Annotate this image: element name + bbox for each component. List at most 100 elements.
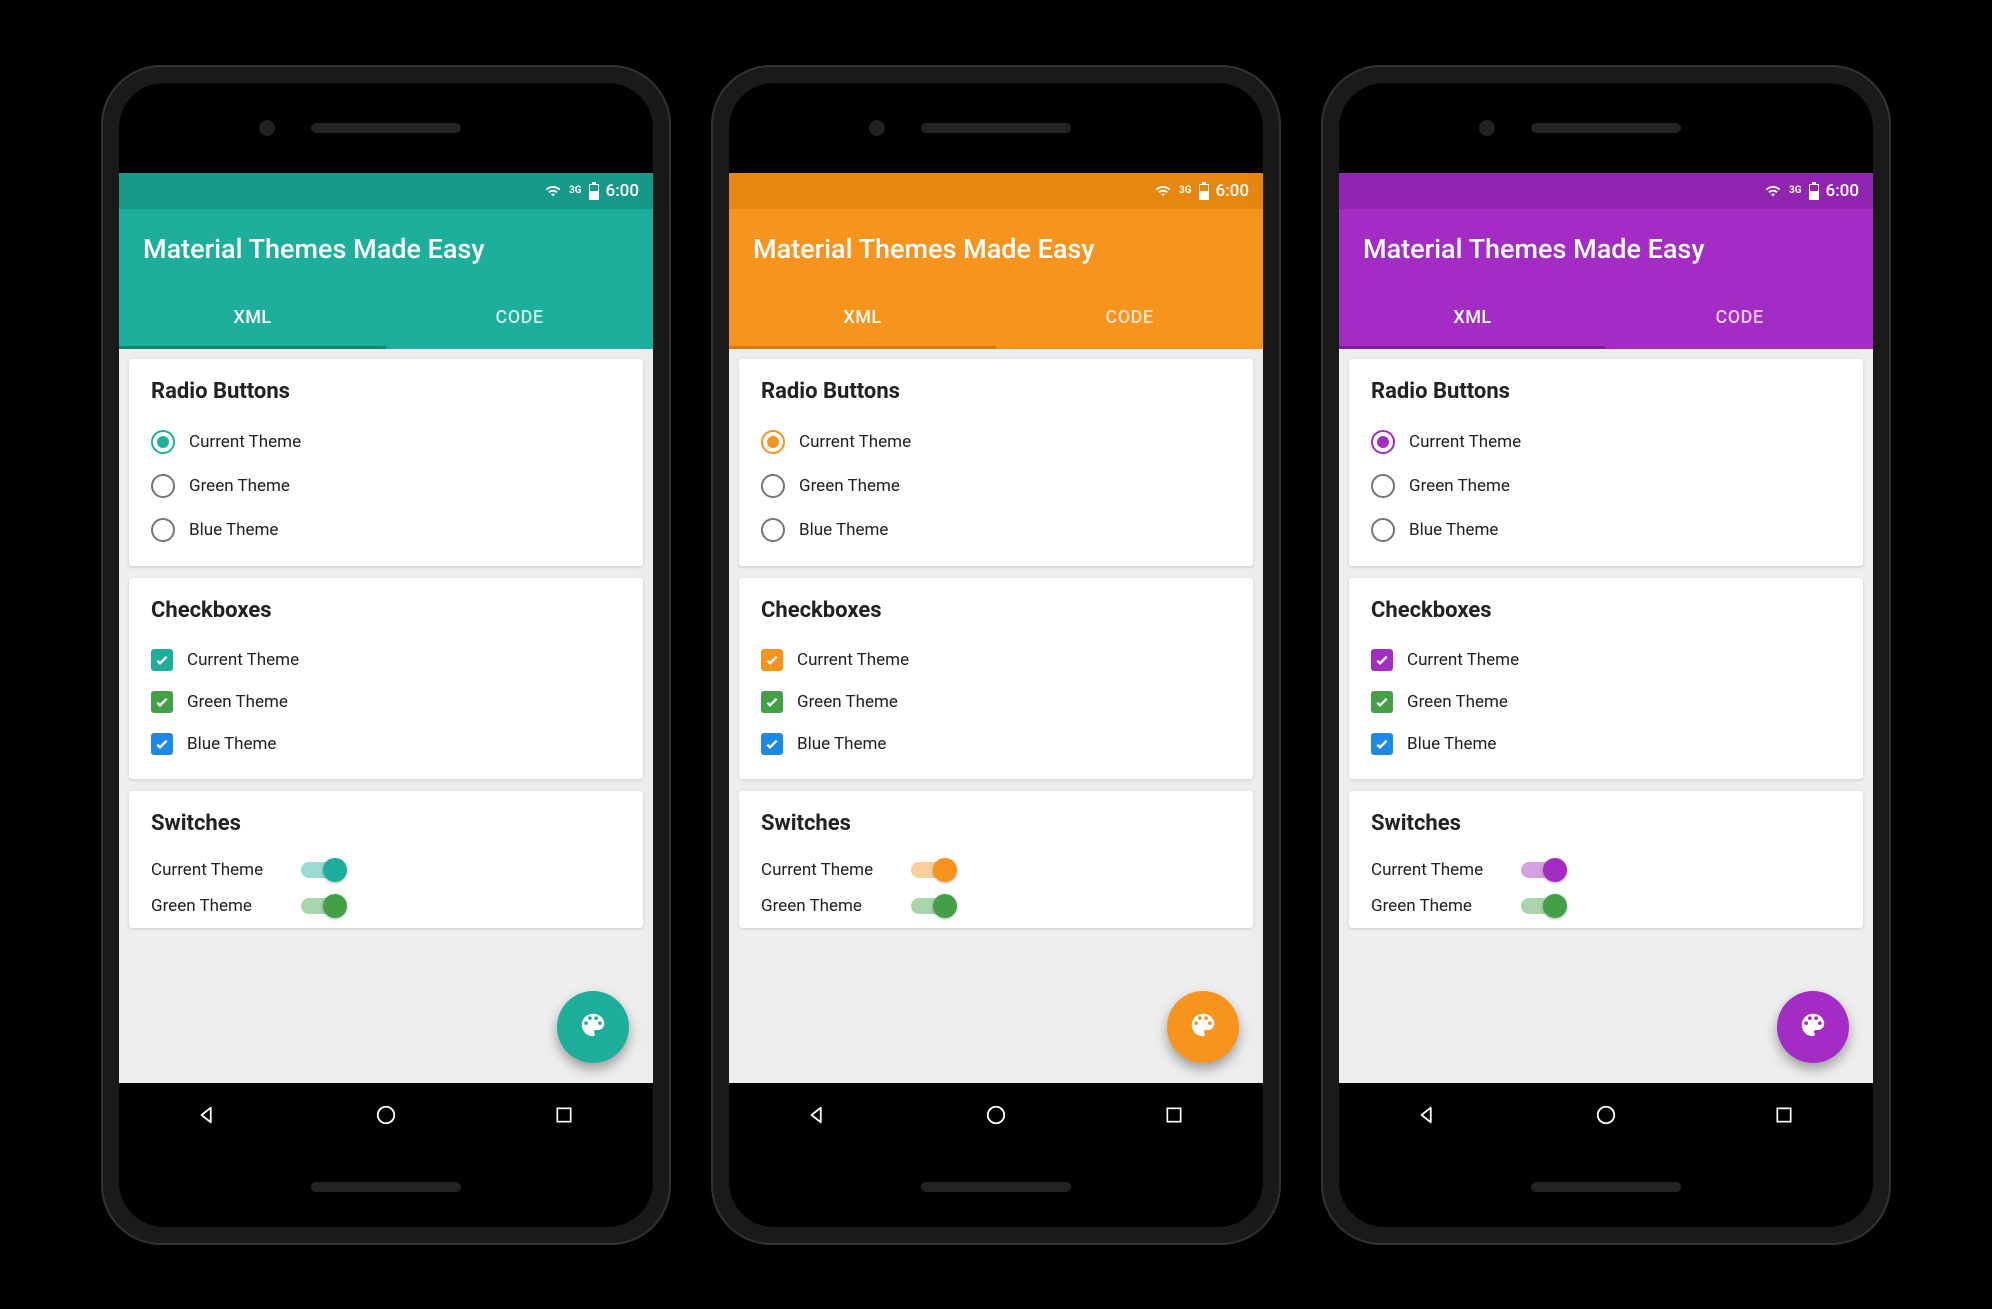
radio-icon <box>761 430 785 454</box>
switch-row-current[interactable]: Current Theme <box>761 852 1231 888</box>
app-bar: Material Themes Made Easy <box>119 209 653 289</box>
network-label: 3G <box>1179 186 1192 196</box>
radio-row-green[interactable]: Green Theme <box>761 464 1231 508</box>
nav-back[interactable] <box>1415 1102 1441 1128</box>
radio-row-blue[interactable]: Blue Theme <box>761 508 1231 552</box>
tab-label: XML <box>843 307 881 328</box>
checkbox-label: Current Theme <box>1407 650 1519 670</box>
radio-label: Current Theme <box>799 432 911 452</box>
radio-icon <box>151 518 175 542</box>
radio-row-blue[interactable]: Blue Theme <box>151 508 621 552</box>
nav-recent[interactable] <box>551 1102 577 1128</box>
switch-label: Current Theme <box>1371 860 1501 880</box>
switch-toggle[interactable] <box>911 898 955 914</box>
app-title: Material Themes Made Easy <box>143 233 485 265</box>
wifi-icon <box>543 183 563 199</box>
switch-row-green[interactable]: Green Theme <box>151 888 621 924</box>
switch-toggle[interactable] <box>911 862 955 878</box>
radio-row-current[interactable]: Current Theme <box>761 420 1231 464</box>
nav-home[interactable] <box>983 1102 1009 1128</box>
palette-icon <box>1798 1010 1828 1044</box>
checkbox-icon <box>151 733 173 755</box>
radio-row-current[interactable]: Current Theme <box>1371 420 1841 464</box>
switch-row-current[interactable]: Current Theme <box>1371 852 1841 888</box>
fab-palette[interactable] <box>557 991 629 1063</box>
switch-row-current[interactable]: Current Theme <box>151 852 621 888</box>
checkbox-row-current[interactable]: Current Theme <box>761 639 1231 681</box>
tab-label: CODE <box>1105 307 1153 328</box>
card-title: Switches <box>1371 811 1841 836</box>
radio-row-green[interactable]: Green Theme <box>1371 464 1841 508</box>
radio-icon <box>761 474 785 498</box>
tab-bar: XML CODE <box>729 289 1263 349</box>
nav-home[interactable] <box>1593 1102 1619 1128</box>
nav-bar <box>1339 1083 1873 1147</box>
radio-row-blue[interactable]: Blue Theme <box>1371 508 1841 552</box>
tab-code[interactable]: CODE <box>386 289 653 349</box>
card-title: Switches <box>761 811 1231 836</box>
switch-row-green[interactable]: Green Theme <box>761 888 1231 924</box>
phone-screen: 3G 6:00 Material Themes Made Easy XML CO… <box>1339 173 1873 1147</box>
card-title: Checkboxes <box>151 598 621 623</box>
radio-card: Radio Buttons Current Theme Green Theme … <box>739 359 1253 566</box>
app-title: Material Themes Made Easy <box>1363 233 1705 265</box>
phone-inner: 3G 6:00 Material Themes Made Easy XML CO… <box>729 83 1263 1227</box>
card-title: Radio Buttons <box>1371 379 1841 404</box>
phone-speaker <box>311 123 461 133</box>
switch-label: Green Theme <box>761 896 891 916</box>
checkbox-row-blue[interactable]: Blue Theme <box>151 723 621 765</box>
phone-frame: 3G 6:00 Material Themes Made Easy XML CO… <box>711 65 1281 1245</box>
checkbox-row-green[interactable]: Green Theme <box>151 681 621 723</box>
content-area: Radio Buttons Current Theme Green Theme … <box>119 349 653 1083</box>
radio-label: Green Theme <box>1409 476 1510 496</box>
checkbox-row-blue[interactable]: Blue Theme <box>761 723 1231 765</box>
tab-code[interactable]: CODE <box>996 289 1263 349</box>
checkbox-label: Current Theme <box>797 650 909 670</box>
checkbox-card: Checkboxes Current Theme Green Theme Blu… <box>129 578 643 779</box>
phone-top-hardware <box>119 83 653 173</box>
switch-row-green[interactable]: Green Theme <box>1371 888 1841 924</box>
fab-palette[interactable] <box>1777 991 1849 1063</box>
checkbox-icon <box>151 649 173 671</box>
checkbox-row-green[interactable]: Green Theme <box>1371 681 1841 723</box>
fab-palette[interactable] <box>1167 991 1239 1063</box>
switch-toggle[interactable] <box>301 862 345 878</box>
radio-label: Green Theme <box>799 476 900 496</box>
phone-camera <box>869 120 885 136</box>
tab-code[interactable]: CODE <box>1606 289 1873 349</box>
checkbox-row-current[interactable]: Current Theme <box>1371 639 1841 681</box>
nav-back[interactable] <box>805 1102 831 1128</box>
phone-bottom-speaker <box>921 1182 1071 1192</box>
checkbox-row-current[interactable]: Current Theme <box>151 639 621 681</box>
status-time: 6:00 <box>1216 181 1249 201</box>
checkbox-label: Green Theme <box>797 692 898 712</box>
radio-label: Blue Theme <box>1409 520 1498 540</box>
tab-xml[interactable]: XML <box>1339 289 1606 349</box>
nav-back[interactable] <box>195 1102 221 1128</box>
tab-xml[interactable]: XML <box>729 289 996 349</box>
nav-recent[interactable] <box>1771 1102 1797 1128</box>
switches-card: Switches Current Theme Green Theme <box>129 791 643 928</box>
checkbox-label: Current Theme <box>187 650 299 670</box>
tab-xml[interactable]: XML <box>119 289 386 349</box>
radio-label: Current Theme <box>1409 432 1521 452</box>
checkbox-label: Blue Theme <box>187 734 276 754</box>
switch-toggle[interactable] <box>301 898 345 914</box>
card-title: Radio Buttons <box>761 379 1231 404</box>
battery-icon <box>1808 182 1820 200</box>
phone-camera <box>1479 120 1495 136</box>
switch-toggle[interactable] <box>1521 898 1565 914</box>
radio-icon <box>151 430 175 454</box>
radio-row-current[interactable]: Current Theme <box>151 420 621 464</box>
switch-toggle[interactable] <box>1521 862 1565 878</box>
checkbox-row-green[interactable]: Green Theme <box>761 681 1231 723</box>
nav-home[interactable] <box>373 1102 399 1128</box>
radio-row-green[interactable]: Green Theme <box>151 464 621 508</box>
nav-recent[interactable] <box>1161 1102 1187 1128</box>
switches-card: Switches Current Theme Green Theme <box>1349 791 1863 928</box>
tab-label: CODE <box>495 307 543 328</box>
checkbox-row-blue[interactable]: Blue Theme <box>1371 723 1841 765</box>
phone-bottom-hardware <box>1339 1147 1873 1227</box>
phone-bottom-speaker <box>1531 1182 1681 1192</box>
checkbox-icon <box>1371 691 1393 713</box>
